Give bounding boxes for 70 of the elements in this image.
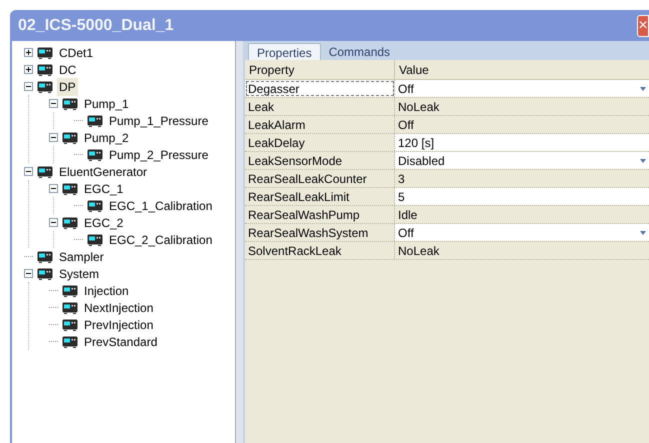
value-cell[interactable]: 5 xyxy=(395,188,649,205)
collapse-toggle[interactable] xyxy=(49,184,58,193)
device-icon xyxy=(62,318,78,330)
value-cell[interactable]: 120 [s] xyxy=(395,134,649,151)
device-icon xyxy=(62,98,78,110)
tree-item[interactable]: EGC_2 xyxy=(82,214,126,232)
dropdown-arrow-icon[interactable] xyxy=(640,230,646,234)
window-title: 02_ICS-5000_Dual_1 xyxy=(18,16,174,36)
device-icon xyxy=(37,250,53,262)
property-cell: RearSealLeakCounter xyxy=(245,170,395,187)
tree-item[interactable]: Pump_2_Pressure xyxy=(107,146,210,164)
collapse-toggle[interactable] xyxy=(49,133,58,142)
tree-item[interactable]: PrevInjection xyxy=(82,316,156,334)
device-icon xyxy=(62,182,78,194)
tab[interactable]: Commands xyxy=(320,43,398,60)
collapse-toggle[interactable] xyxy=(24,269,33,278)
dropdown-arrow-icon[interactable] xyxy=(640,158,646,162)
collapse-toggle[interactable] xyxy=(24,167,33,176)
value-cell[interactable]: Disabled xyxy=(395,152,649,169)
value-cell[interactable]: Off xyxy=(395,224,649,241)
collapse-toggle[interactable] xyxy=(49,99,58,108)
device-icon xyxy=(87,234,103,246)
tree-item[interactable]: EluentGenerator xyxy=(57,162,150,180)
device-icon xyxy=(62,284,78,296)
device-icon xyxy=(87,114,103,126)
tree-item[interactable]: NextInjection xyxy=(82,298,156,316)
collapse-toggle[interactable] xyxy=(49,218,58,227)
value-cell-text: 3 xyxy=(397,170,406,187)
tree-item[interactable]: Injection xyxy=(82,282,131,300)
tree-item[interactable]: CDet1 xyxy=(57,44,96,62)
tree-item[interactable]: DC xyxy=(57,60,78,78)
device-icon xyxy=(87,148,103,160)
tree-item[interactable]: DP xyxy=(57,78,78,96)
device-icon xyxy=(37,46,53,58)
property-cell: SolventRackLeak xyxy=(245,242,395,259)
tree-item[interactable]: Pump_2 xyxy=(82,128,131,146)
device-icon xyxy=(37,64,53,76)
close-button[interactable]: × xyxy=(637,14,649,36)
value-cell[interactable]: Off xyxy=(395,80,649,97)
property-cell: Degasser xyxy=(245,80,395,97)
device-icon xyxy=(62,216,78,228)
tab[interactable]: Properties xyxy=(248,43,321,60)
expand-toggle[interactable] xyxy=(24,48,33,57)
device-icon xyxy=(37,80,53,92)
column-header[interactable]: Property xyxy=(245,60,395,79)
tree-item[interactable]: Pump_1_Pressure xyxy=(107,112,210,130)
expand-toggle[interactable] xyxy=(24,65,33,74)
device-icon xyxy=(62,302,78,314)
tree-item[interactable]: EGC_1_Calibration xyxy=(107,196,214,214)
value-cell-text: Idle xyxy=(397,206,418,223)
device-icon xyxy=(37,268,53,280)
value-cell-text: Off xyxy=(397,116,415,133)
tree-item[interactable]: EGC_2_Calibration xyxy=(107,230,214,248)
device-icon xyxy=(37,166,53,178)
device-icon xyxy=(62,336,78,348)
dropdown-arrow-icon[interactable] xyxy=(640,86,646,90)
value-cell-text: NoLeak xyxy=(397,242,440,259)
tree-item[interactable]: Pump_1 xyxy=(82,94,131,112)
column-header[interactable]: Value xyxy=(395,60,649,79)
collapse-toggle[interactable] xyxy=(24,82,33,91)
tree-item[interactable]: PrevStandard xyxy=(82,332,160,350)
property-cell: RearSealWashPump xyxy=(245,206,395,223)
tree-item[interactable]: Sampler xyxy=(57,248,106,266)
tree-item[interactable]: System xyxy=(57,264,102,282)
property-cell: Leak xyxy=(245,98,395,115)
tree-item[interactable]: EGC_1 xyxy=(82,180,126,198)
device-icon xyxy=(62,132,78,144)
device-icon xyxy=(87,200,103,212)
property-cell: LeakAlarm xyxy=(245,116,395,133)
value-cell-text: NoLeak xyxy=(397,98,440,115)
